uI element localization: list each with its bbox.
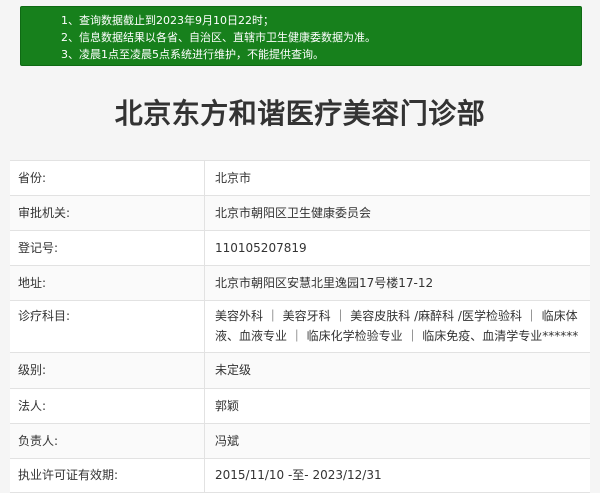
row-value: 北京市 xyxy=(215,171,252,185)
notice-line: 2、信息数据结果以各省、自治区、直辖市卫生健康委数据为准。 xyxy=(61,31,376,44)
table-row-legal-person: 法人: 郭颖 xyxy=(10,389,590,424)
table-row-authority: 审批机关: 北京市朝阳区卫生健康委员会 xyxy=(10,196,590,231)
row-label: 法人: xyxy=(10,389,205,423)
row-value: 冯斌 xyxy=(215,434,240,448)
row-value: 北京市朝阳区安慧北里逸园17号楼17-12 xyxy=(215,276,434,290)
row-label: 地址: xyxy=(10,266,205,300)
page-title: 北京东方和谐医疗美容门诊部 xyxy=(114,97,486,130)
row-value: 未定级 xyxy=(215,363,252,377)
row-value: 北京市朝阳区卫生健康委员会 xyxy=(215,206,372,220)
table-row-license-validity: 执业许可证有效期: 2015/11/10 -至- 2023/12/31 xyxy=(10,459,590,493)
row-value: 美容外科 ｜ 美容牙科 ｜ 美容皮肤科 /麻醉科 /医学检验科 ｜ 临床体液、血… xyxy=(215,309,579,343)
table-row-registration-number: 登记号: 110105207819 xyxy=(10,231,590,266)
row-label: 审批机关: xyxy=(10,196,205,230)
row-value: 110105207819 xyxy=(215,241,307,255)
info-table: 省份: 北京市 审批机关: 北京市朝阳区卫生健康委员会 登记号: 1101052… xyxy=(10,160,590,493)
notice-line: 1、查询数据截止到2023年9月10日22时； xyxy=(61,14,274,27)
row-label: 执业许可证有效期: xyxy=(10,459,205,492)
notice-line: 3、凌晨1点至凌晨5点系统进行维护，不能提供查询。 xyxy=(61,48,324,61)
row-label: 级别: xyxy=(10,353,205,388)
row-label: 负责人: xyxy=(10,424,205,458)
row-label: 诊疗科目: xyxy=(10,301,205,352)
notice-banner: 1、查询数据截止到2023年9月10日22时； 2、信息数据结果以各省、自治区、… xyxy=(20,6,582,66)
table-row-departments: 诊疗科目: 美容外科 ｜ 美容牙科 ｜ 美容皮肤科 /麻醉科 /医学检验科 ｜ … xyxy=(10,301,590,353)
row-label: 登记号: xyxy=(10,231,205,265)
row-value: 郭颖 xyxy=(215,399,240,413)
row-value: 2015/11/10 -至- 2023/12/31 xyxy=(215,468,382,482)
row-label: 省份: xyxy=(10,161,205,195)
table-row-province: 省份: 北京市 xyxy=(10,161,590,196)
table-row-address: 地址: 北京市朝阳区安慧北里逸园17号楼17-12 xyxy=(10,266,590,301)
table-row-level: 级别: 未定级 xyxy=(10,353,590,389)
table-row-person-in-charge: 负责人: 冯斌 xyxy=(10,424,590,459)
